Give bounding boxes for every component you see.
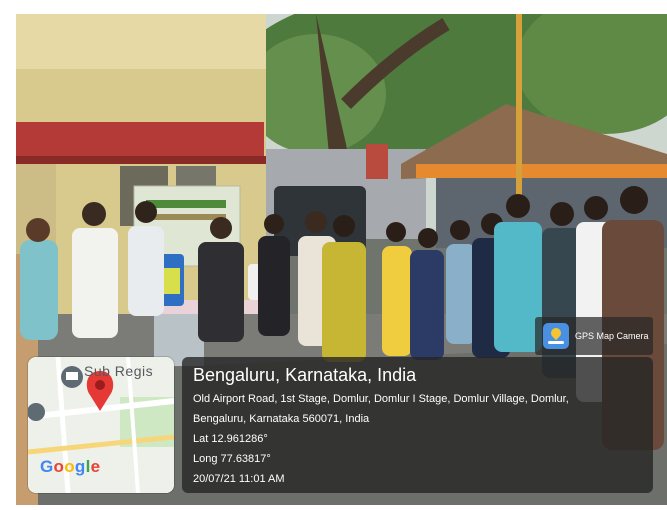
gps-camera-badge: GPS Map Camera [535,317,653,355]
gps-map-camera-icon [543,323,569,349]
location-info-panel: Bengaluru, Karnataka, India Old Airport … [182,357,653,493]
google-logo: Google [40,457,101,476]
address-line-2: Bengaluru, Karnataka 560071, India [193,413,370,425]
badge-label: GPS Map Camera [575,331,649,341]
timestamp: 20/07/21 11:01 AM [193,473,285,485]
latitude: Lat 12.961286° [193,433,268,445]
location-city: Bengaluru, Karnataka, India [193,365,417,385]
address-line-1: Old Airport Road, 1st Stage, Domlur, Dom… [193,393,569,405]
photo-frame: GPS Map Camera Sub Regis Google Bengalur… [0,0,667,510]
map-street-label: Sub Regis [84,363,154,379]
longitude: Long 77.63817° [193,453,271,465]
location-map-thumbnail: Sub Regis Google [28,357,174,493]
